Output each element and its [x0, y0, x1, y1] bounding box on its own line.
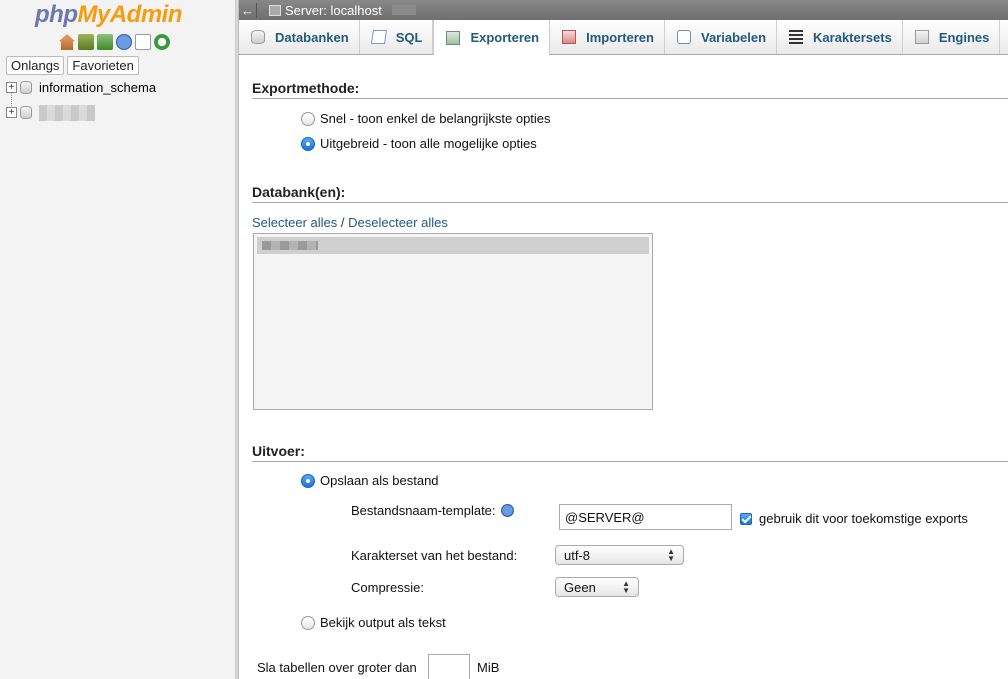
remember-template-checkbox[interactable]	[740, 512, 752, 525]
tree-item-information-schema[interactable]: + information_schema	[6, 75, 156, 100]
import-icon	[562, 30, 577, 44]
tab-export[interactable]: Exporteren	[433, 20, 551, 55]
filename-template-input[interactable]	[559, 504, 732, 530]
radio-quick-export[interactable]: Snel - toon enkel de belangrijkste optie…	[301, 111, 551, 126]
charset-select[interactable]: utf-8 ▲ ▼	[555, 545, 684, 565]
radio-view-text-row[interactable]: Bekijk output als tekst	[301, 615, 446, 630]
radio-quick[interactable]	[301, 111, 315, 126]
radio-save-file[interactable]	[301, 473, 315, 488]
sql-icon	[370, 30, 387, 44]
remember-template-row[interactable]: gebruik dit voor toekomstige exports	[740, 511, 968, 526]
select-arrows-icon: ▲ ▼	[667, 547, 675, 563]
database-multiselect[interactable]	[253, 233, 653, 410]
output-heading: Uitvoer:	[252, 443, 1008, 462]
tab-charsets[interactable]: Karaktersets	[777, 20, 903, 54]
expand-plus-icon[interactable]: +	[6, 82, 17, 93]
charset-select-value: utf-8	[564, 547, 591, 563]
radio-custom[interactable]	[301, 136, 315, 151]
reload-icon[interactable]	[154, 34, 170, 50]
remember-template-label[interactable]: gebruik dit voor toekomstige exports	[759, 511, 968, 526]
select-links: Selecteer alles / Deselecteer alles	[252, 215, 448, 230]
export-form: Exportmethode: Snel - toon enkel de bela…	[239, 55, 1008, 679]
radio-quick-label[interactable]: Snel - toon enkel de belangrijkste optie…	[320, 111, 551, 126]
server-icon	[269, 4, 281, 16]
radio-save-file-label[interactable]: Opslaan als bestand	[320, 473, 439, 488]
deselect-all-link[interactable]: Deselecteer alles	[348, 215, 448, 230]
redacted-database-name[interactable]	[39, 104, 95, 121]
expand-plus-icon[interactable]: +	[6, 107, 17, 118]
documentation-icon[interactable]	[135, 34, 151, 50]
navigation-panel: phpMyAdmin Onlangs Favorieten + informat…	[0, 0, 236, 679]
nav-icon-bar	[59, 34, 170, 50]
phpmyadmin-logo[interactable]: phpMyAdmin	[35, 0, 183, 30]
tree-item-label[interactable]: information_schema	[39, 80, 156, 95]
nav-tabs: Onlangs Favorieten	[6, 56, 139, 75]
home-icon[interactable]	[59, 34, 75, 50]
select-all-link[interactable]: Selecteer alles	[252, 215, 337, 230]
tab-variables[interactable]: Variabelen	[665, 20, 778, 54]
help-icon[interactable]	[500, 504, 514, 517]
radio-save-file-row[interactable]: Opslaan als bestand	[301, 473, 439, 488]
variables-icon	[676, 30, 691, 44]
redacted-database-name	[262, 241, 318, 250]
tree-item-hidden-database[interactable]: +	[6, 100, 156, 125]
breadcrumb-server[interactable]: Server: localhost	[285, 3, 382, 18]
help-icon[interactable]	[116, 34, 132, 50]
database-icon	[20, 81, 32, 94]
skip-tables-unit: MiB	[477, 660, 500, 675]
skip-tables-label: Sla tabellen over groter dan	[257, 660, 417, 675]
database-icon	[251, 30, 265, 44]
nav-tab-recent[interactable]: Onlangs	[6, 56, 65, 75]
exit-icon[interactable]	[78, 34, 94, 50]
select-arrows-icon: ▲ ▼	[622, 579, 630, 595]
export-icon	[446, 30, 461, 45]
radio-custom-label[interactable]: Uitgebreid - toon alle mogelijke opties	[320, 136, 537, 151]
charset-icon	[789, 30, 804, 44]
charset-label: Karakterset van het bestand:	[351, 548, 518, 563]
radio-view-text-label[interactable]: Bekijk output als tekst	[320, 615, 446, 630]
compression-select[interactable]: Geen ▲ ▼	[555, 577, 639, 597]
tab-databases[interactable]: Databanken	[239, 20, 360, 54]
tab-sql[interactable]: SQL	[360, 20, 434, 54]
skip-tables-size-input[interactable]	[428, 654, 470, 679]
radio-view-text[interactable]	[301, 615, 315, 630]
tab-import[interactable]: Importeren	[550, 20, 665, 54]
redacted-port	[391, 5, 416, 15]
tab-engines[interactable]: Engines	[903, 20, 1001, 54]
server-tabs: Databanken SQL Exporteren Importeren Var…	[239, 20, 1008, 55]
collapse-arrow-icon[interactable]: ←	[239, 2, 257, 18]
breadcrumb-bar: ← Server: localhost	[239, 0, 1008, 20]
filename-template-label: Bestandsnaam-template:	[351, 503, 514, 518]
query-window-icon[interactable]	[97, 34, 113, 50]
compression-label: Compressie:	[351, 580, 424, 595]
databases-heading: Databank(en):	[252, 184, 1008, 203]
database-icon	[20, 106, 32, 119]
database-tree: + information_schema +	[6, 75, 156, 125]
engines-icon	[914, 30, 929, 44]
compression-select-value: Geen	[564, 579, 596, 595]
nav-tab-favorites[interactable]: Favorieten	[67, 56, 139, 75]
database-option[interactable]	[257, 237, 649, 254]
export-method-heading: Exportmethode:	[252, 80, 1008, 99]
radio-custom-export[interactable]: Uitgebreid - toon alle mogelijke opties	[301, 136, 537, 151]
